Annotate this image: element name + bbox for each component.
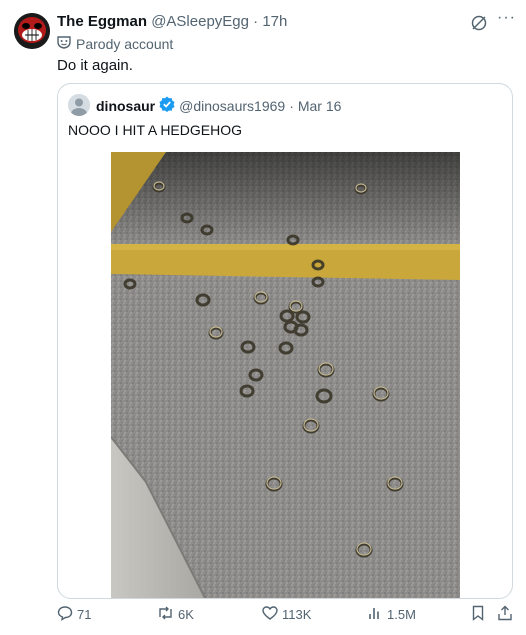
like-count: 113K	[282, 607, 312, 622]
quoted-handle[interactable]: @dinosaurs1969	[179, 98, 285, 114]
views-icon	[367, 605, 383, 624]
more-icon[interactable]: ···	[497, 9, 516, 27]
tweet-actions-bar: 71 6K 113K 1.5M	[57, 605, 513, 629]
author-header: The Eggman @ASleepyEgg · 17h	[57, 13, 287, 30]
grok-icon[interactable]	[470, 14, 488, 32]
views-button[interactable]: 1.5M	[367, 605, 416, 624]
reply-icon	[57, 605, 73, 624]
author-avatar[interactable]	[14, 13, 50, 49]
quoted-date[interactable]: Mar 16	[298, 98, 342, 114]
author-display-name[interactable]: The Eggman	[57, 13, 147, 30]
quoted-author-header: dinosaur @dinosaurs1969 · Mar 16	[96, 96, 341, 115]
tweet-text: Do it again.	[57, 57, 133, 74]
bookmark-icon	[470, 605, 486, 624]
verified-badge-icon	[159, 96, 175, 115]
author-handle[interactable]: @ASleepyEgg	[151, 13, 249, 30]
share-icon	[497, 605, 513, 624]
quoted-author-avatar[interactable]	[68, 94, 90, 116]
repost-count: 6K	[178, 607, 194, 622]
time-separator: ·	[253, 13, 259, 30]
like-icon	[262, 605, 278, 624]
quoted-display-name[interactable]: dinosaur	[96, 98, 155, 114]
share-button[interactable]	[497, 605, 513, 624]
quoted-photo[interactable]	[110, 152, 460, 598]
bookmark-button[interactable]	[470, 605, 486, 624]
views-count: 1.5M	[387, 607, 416, 622]
quoted-tweet-text: NOOO I HIT A HEDGEHOG	[68, 122, 242, 138]
quoted-date-separator: ·	[289, 97, 294, 114]
quoted-tweet-card[interactable]: dinosaur @dinosaurs1969 · Mar 16 NOOO I …	[57, 83, 513, 599]
parody-label-text: Parody account	[76, 35, 174, 52]
repost-icon	[157, 605, 174, 624]
parody-label: Parody account	[57, 35, 173, 52]
reply-button[interactable]: 71	[57, 605, 91, 624]
tweet-time[interactable]: 17h	[262, 13, 287, 30]
like-button[interactable]: 113K	[262, 605, 311, 624]
parody-mask-icon	[57, 35, 71, 52]
repost-button[interactable]: 6K	[157, 605, 194, 624]
reply-count: 71	[77, 607, 92, 622]
